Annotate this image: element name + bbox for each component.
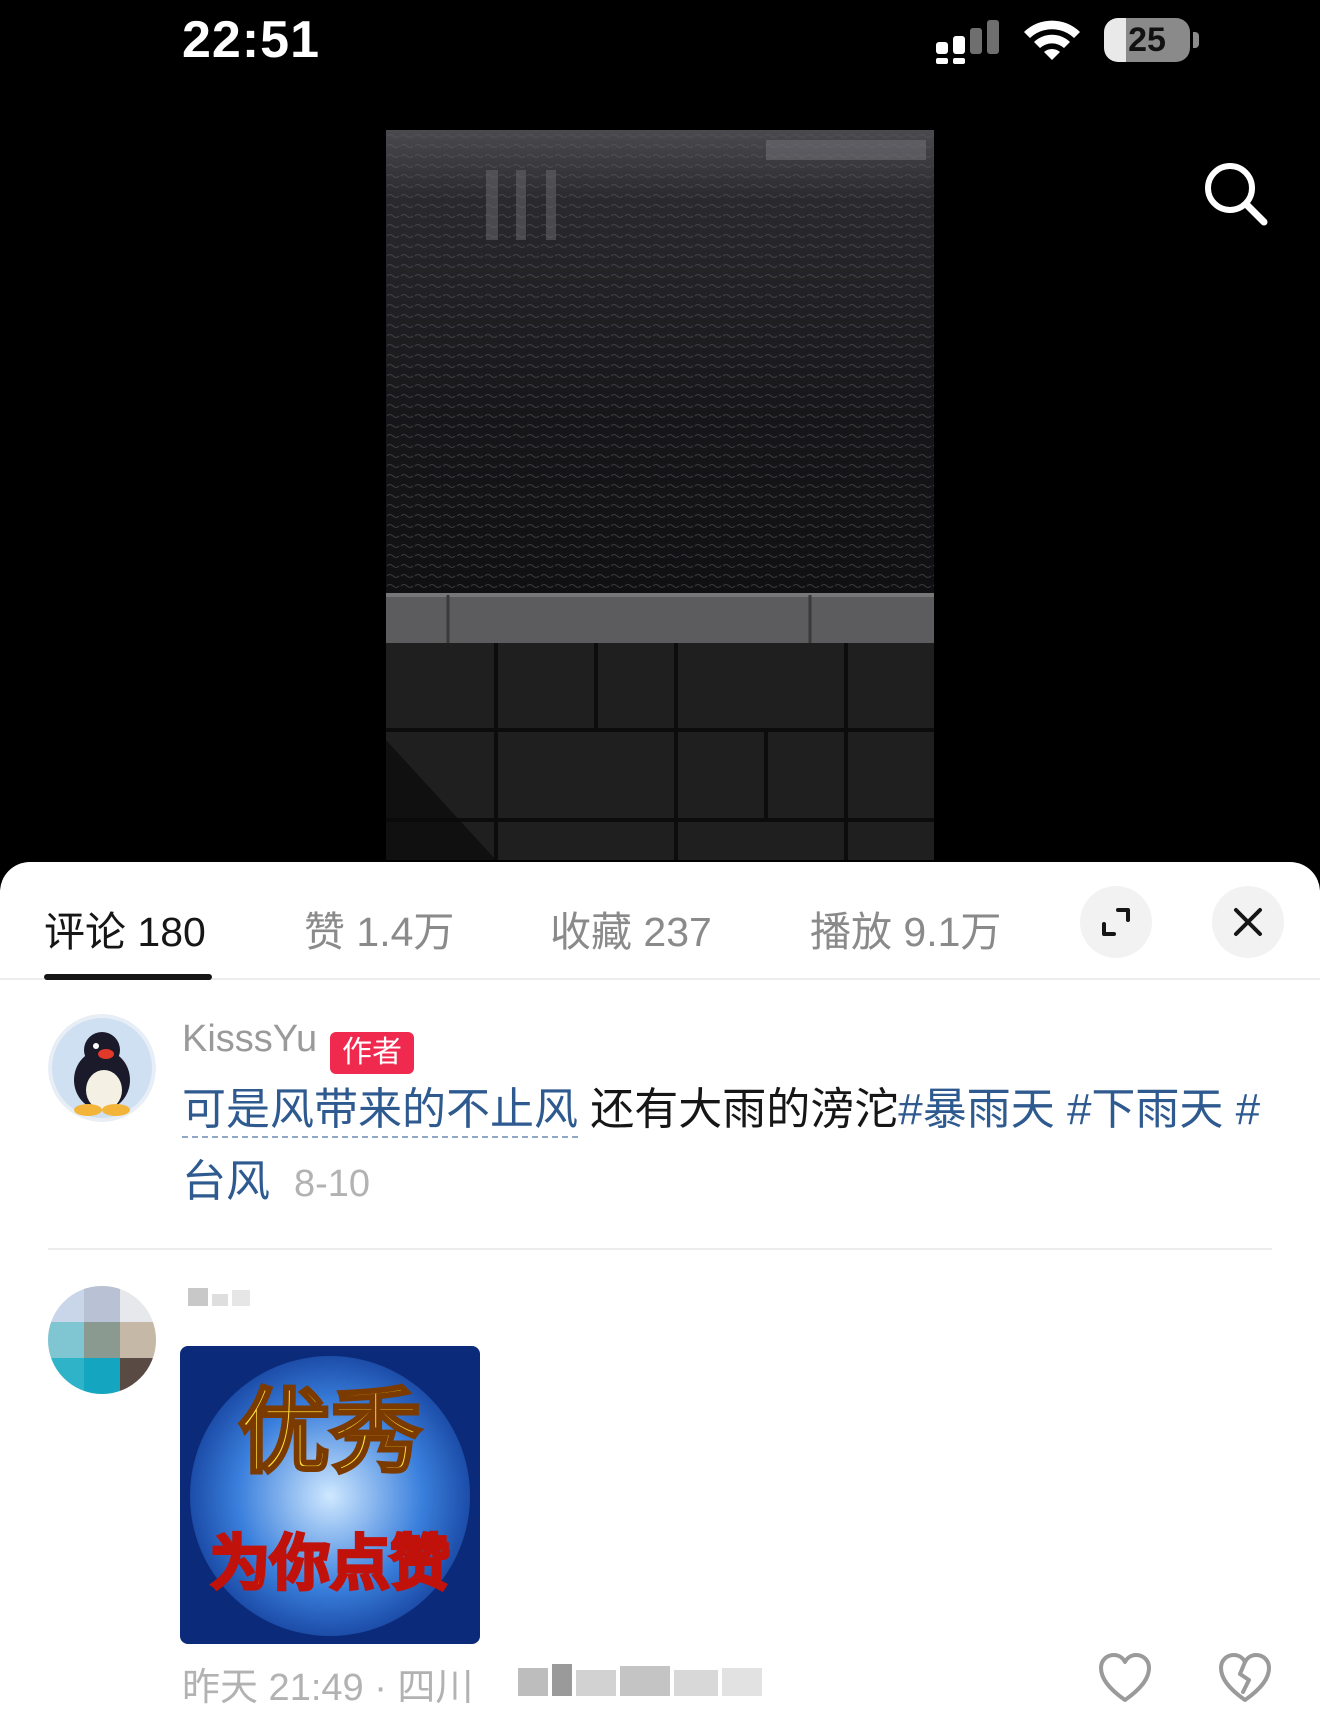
battery-body: 25 (1104, 18, 1190, 62)
sticker-subtitle: 为你点赞 (210, 1529, 450, 1599)
sheet-tabs: 评论 180 赞 1.4万 收藏 237 播放 9.1万 (0, 862, 1320, 980)
battery-indicator: 25 (1104, 18, 1200, 64)
comment-username[interactable]: KisssYu (182, 1018, 317, 1061)
rainy-street-image (386, 130, 934, 860)
obscured-text (518, 1664, 762, 1696)
sticker-title: 优秀 (238, 1379, 422, 1486)
pixelated-avatar-image (48, 1286, 156, 1394)
battery-cap (1193, 32, 1199, 48)
comment-body: 还有大雨的滂沱 (578, 1085, 899, 1134)
hashtag-link[interactable]: #下雨天 (1067, 1085, 1223, 1134)
active-tab-indicator (44, 974, 212, 980)
comment-divider (48, 1248, 1272, 1250)
status-bar: 22:51 25 (0, 0, 1320, 90)
video-player[interactable] (386, 130, 934, 860)
broken-heart-icon[interactable] (1218, 1652, 1272, 1704)
avatar[interactable] (48, 1286, 156, 1394)
comment-text: 可是风带来的不止风 还有大雨的滂沱#暴雨天 #下雨天 #台风 8-10 (182, 1074, 1262, 1220)
expand-button[interactable] (1080, 886, 1152, 958)
close-button[interactable] (1212, 886, 1284, 958)
cellular-signal-icon (936, 20, 999, 64)
tab-favorites[interactable]: 收藏 237 (550, 898, 712, 958)
search-icon[interactable] (1200, 158, 1272, 230)
tab-likes[interactable]: 赞 1.4万 (304, 898, 454, 958)
quoted-text[interactable]: 可是风带来的不止风 (182, 1085, 578, 1138)
wifi-icon (1024, 20, 1080, 60)
heart-icon[interactable] (1098, 1652, 1152, 1704)
comment-time-location: 昨天 21:49 · 四川 (182, 1667, 474, 1709)
obscured-username (188, 1288, 250, 1306)
comment-date: 8-10 (294, 1163, 371, 1205)
expand-icon (1102, 908, 1130, 936)
status-time: 22:51 (182, 11, 320, 69)
penguin-avatar-image (48, 1014, 156, 1122)
tab-plays[interactable]: 播放 9.1万 (810, 898, 1001, 958)
hashtag-link[interactable]: #暴雨天 (898, 1085, 1054, 1134)
sticker-image[interactable]: 优秀 为你点赞 (180, 1346, 480, 1644)
close-icon (1234, 908, 1262, 936)
tab-comments[interactable]: 评论 180 (44, 898, 206, 958)
sticker-graphic: 优秀 为你点赞 (180, 1346, 480, 1644)
author-badge: 作者 (330, 1032, 414, 1074)
battery-level: 25 (1128, 21, 1166, 59)
avatar[interactable] (48, 1014, 156, 1122)
